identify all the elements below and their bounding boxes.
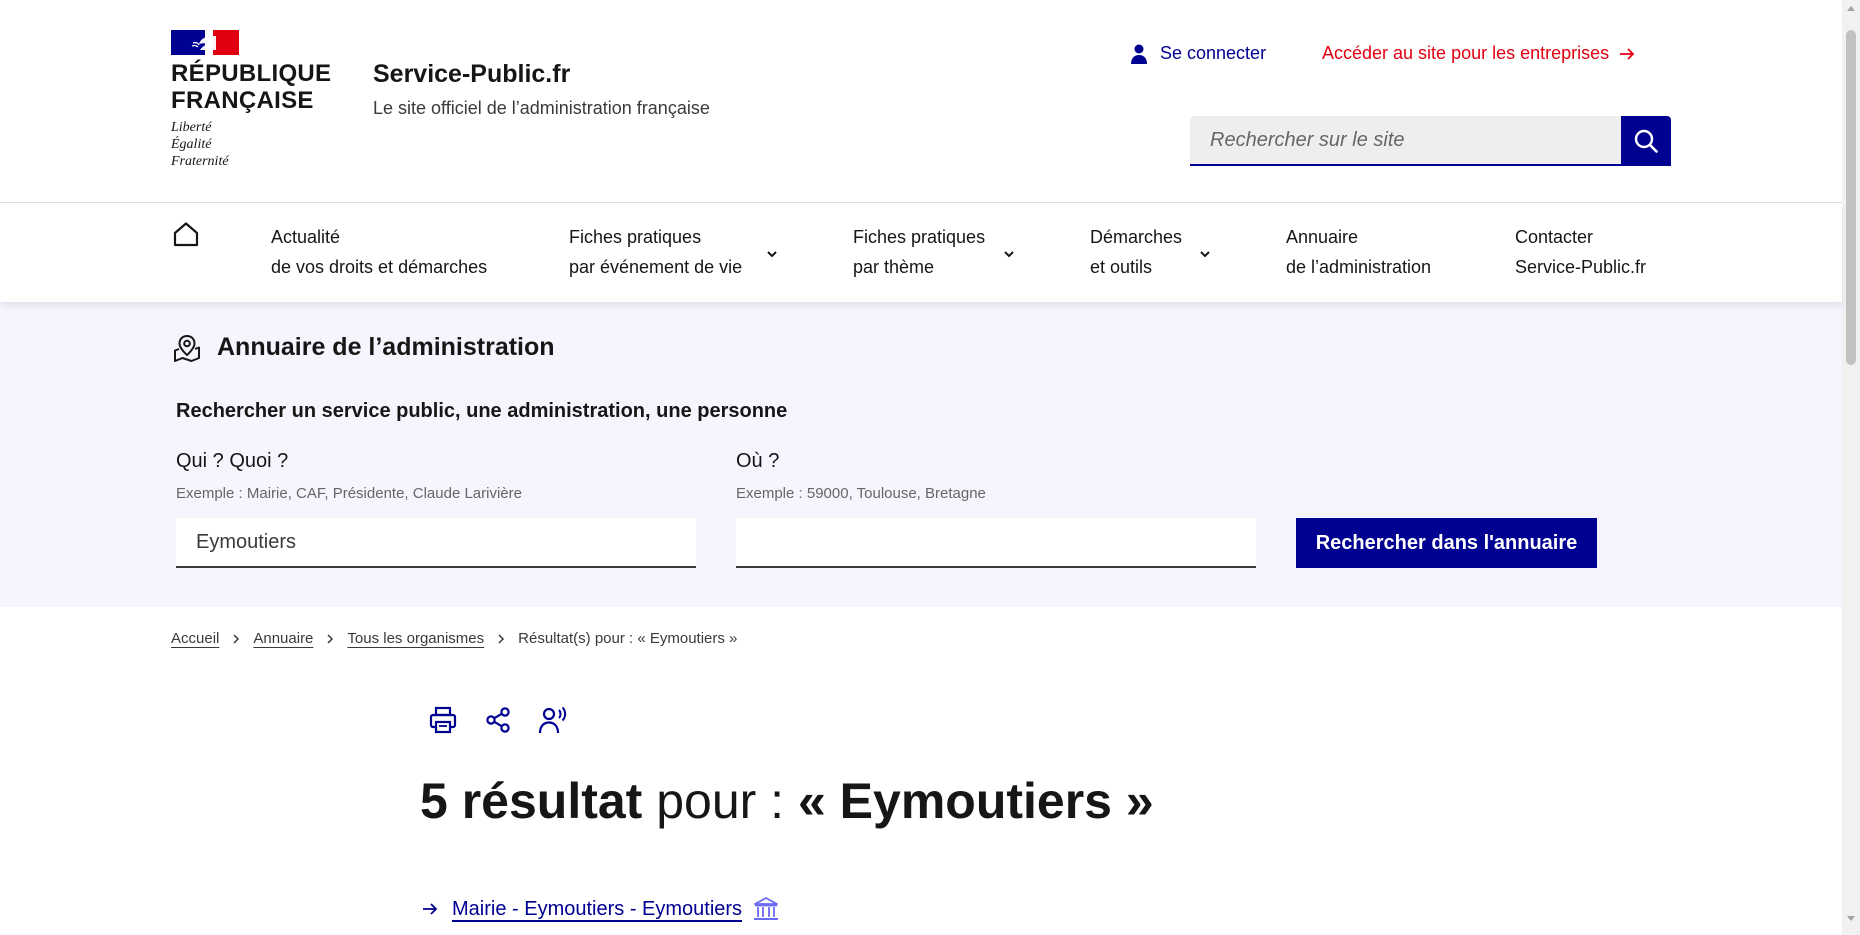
home-icon[interactable] [173, 221, 199, 247]
chevron-down-icon[interactable] [1198, 247, 1212, 261]
marianne-icon [191, 36, 216, 50]
flag-icon [171, 30, 239, 55]
arrow-right-icon [423, 903, 438, 915]
breadcrumb: Accueil Annuaire Tous les organismes Rés… [171, 630, 737, 647]
listen-icon[interactable] [538, 705, 568, 735]
breadcrumb-accueil[interactable]: Accueil [171, 630, 219, 647]
page-tools [428, 705, 568, 735]
arrow-right-icon [1620, 47, 1635, 60]
who-label: Qui ? Quoi ? [176, 450, 289, 472]
scroll-up-icon[interactable] [1847, 6, 1855, 11]
scroll-thumb[interactable] [1846, 30, 1856, 365]
results-query: « Eymoutiers » [797, 773, 1154, 829]
results-count: 5 résultat [420, 773, 643, 829]
nav-item-contacter[interactable]: Contacter Service-Public.fr [1515, 222, 1646, 282]
breadcrumb-current: Résultat(s) pour : « Eymoutiers » [518, 630, 738, 647]
map-pin-icon [174, 334, 200, 362]
result-link-label: Mairie - Eymoutiers - Eymoutiers [452, 897, 743, 920]
login-label: Se connecter [1160, 43, 1267, 63]
login-link[interactable]: Se connecter [1130, 43, 1266, 64]
where-hint: Exemple : 59000, Toulouse, Bretagne [736, 485, 986, 502]
who-input[interactable]: Eymoutiers [176, 518, 696, 568]
chevron-right-icon [233, 633, 240, 644]
chevron-right-icon [327, 633, 334, 644]
republique-francaise-logo[interactable]: RÉPUBLIQUE FRANÇAISE Liberté Égalité Fra… [171, 30, 331, 170]
site-tagline: Le site officiel de l’administration fra… [373, 98, 710, 118]
breadcrumb-annuaire[interactable]: Annuaire [253, 630, 313, 647]
who-hint: Exemple : Mairie, CAF, Présidente, Claud… [176, 485, 522, 502]
result-link[interactable]: Mairie - Eymoutiers - Eymoutiers [422, 896, 780, 922]
nav-item-par-theme[interactable]: Fiches pratiques par thème [853, 222, 985, 282]
where-label: Où ? [736, 450, 780, 472]
results-title: 5 résultat pour : « Eymoutiers » [420, 772, 1154, 830]
search-annuaire-button[interactable]: Rechercher dans l'annuaire [1296, 518, 1597, 568]
enterprise-site-link[interactable]: Accéder au site pour les entreprises [1322, 43, 1635, 64]
where-input[interactable] [736, 518, 1256, 568]
site-search-input[interactable] [1190, 116, 1621, 166]
site-search-button[interactable] [1621, 116, 1671, 166]
building-icon [754, 897, 779, 920]
breadcrumb-tous-les-organismes[interactable]: Tous les organismes [347, 630, 484, 647]
chevron-right-icon [498, 633, 505, 644]
chevron-down-icon[interactable] [1002, 247, 1016, 261]
site-title[interactable]: Service-Public.fr [373, 60, 570, 89]
chevron-down-icon[interactable] [765, 247, 779, 261]
nav-item-demarches[interactable]: Démarches et outils [1090, 222, 1182, 282]
republic-name: RÉPUBLIQUE FRANÇAISE [171, 60, 332, 114]
scroll-down-icon[interactable] [1847, 916, 1855, 921]
print-icon[interactable] [428, 705, 458, 735]
site-header: RÉPUBLIQUE FRANÇAISE Liberté Égalité Fra… [0, 0, 1842, 203]
main-navigation: Actualité de vos droits et démarches Fic… [0, 204, 1842, 302]
republic-motto: Liberté Égalité Fraternité [171, 120, 229, 169]
nav-item-evenement-de-vie[interactable]: Fiches pratiques par événement de vie [569, 222, 742, 282]
page-scrollbar[interactable] [1842, 0, 1860, 935]
enterprise-label: Accéder au site pour les entreprises [1322, 43, 1610, 63]
search-icon [1634, 129, 1658, 153]
user-icon [1131, 44, 1147, 64]
annuaire-title: Annuaire de l’administration [217, 333, 555, 361]
share-icon[interactable] [483, 705, 513, 735]
annuaire-search-heading: Rechercher un service public, une admini… [176, 400, 788, 422]
results-for: pour : [642, 773, 798, 829]
nav-item-actualite[interactable]: Actualité de vos droits et démarches [271, 222, 487, 282]
nav-item-annuaire[interactable]: Annuaire de l’administration [1286, 222, 1431, 282]
site-search [1190, 116, 1671, 166]
